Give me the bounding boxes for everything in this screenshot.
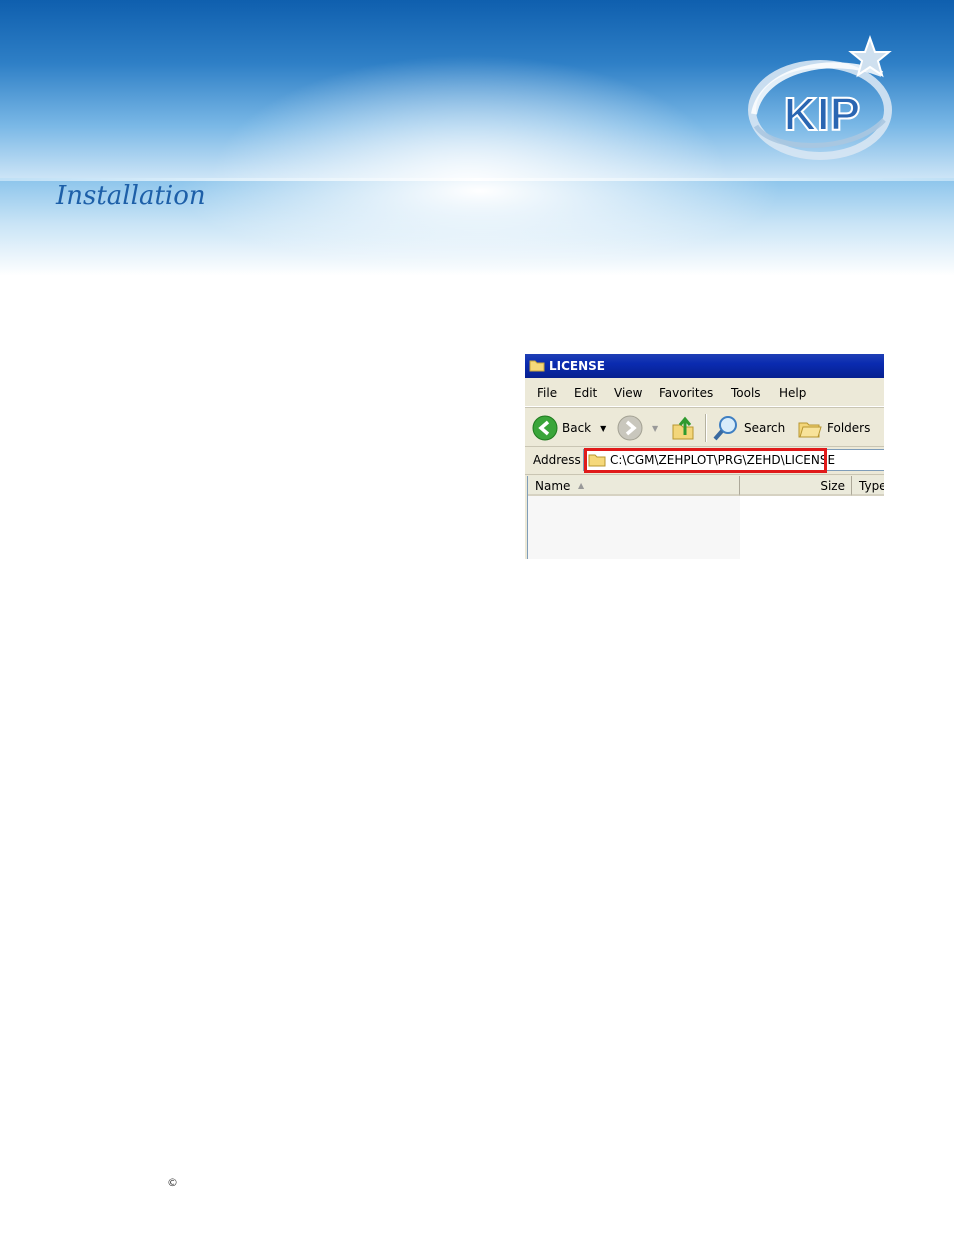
file-list-area[interactable] [528, 496, 740, 559]
back-arrow-icon [532, 415, 558, 441]
menu-tools[interactable]: Tools [731, 386, 761, 400]
explorer-window: LICENSE File Edit View Favorites Tools H… [525, 354, 884, 559]
folders-button[interactable]: Folders [797, 414, 870, 442]
up-folder-icon [672, 416, 694, 440]
toolbar-separator [705, 414, 707, 442]
back-dropdown-icon[interactable]: ▼ [600, 424, 606, 433]
forward-button[interactable]: ▼ [617, 414, 658, 442]
menu-bar: File Edit View Favorites Tools Help [525, 380, 884, 407]
address-highlight-box [584, 448, 827, 473]
toolbar: Back ▼ ▼ Search Folders [525, 407, 884, 447]
menu-favorites[interactable]: Favorites [659, 386, 713, 400]
kip-logo: KIP [748, 35, 892, 160]
menu-view[interactable]: View [614, 386, 642, 400]
column-size-label: Size [820, 479, 845, 493]
window-titlebar: LICENSE [525, 354, 884, 378]
column-type[interactable]: Type [852, 476, 884, 496]
forward-arrow-icon [617, 415, 643, 441]
column-name[interactable]: Name ▲ [528, 476, 740, 496]
sort-ascending-icon: ▲ [578, 481, 585, 490]
search-button[interactable]: Search [712, 414, 785, 442]
up-folder-button[interactable] [671, 414, 695, 442]
column-type-label: Type [859, 479, 884, 493]
copyright-symbol: © [167, 1176, 178, 1189]
column-name-label: Name [535, 479, 571, 493]
menu-edit[interactable]: Edit [574, 386, 597, 400]
window-title: LICENSE [549, 359, 605, 373]
back-button[interactable]: Back ▼ [532, 414, 606, 442]
back-label: Back [562, 421, 592, 435]
folder-icon [529, 360, 545, 372]
folders-label: Folders [827, 421, 871, 435]
folders-icon [798, 422, 822, 438]
column-size[interactable]: Size [740, 476, 852, 496]
forward-dropdown-icon[interactable]: ▼ [652, 424, 658, 433]
search-label: Search [744, 421, 786, 435]
menu-file[interactable]: File [537, 386, 557, 400]
file-list[interactable]: Name ▲ Size Type [527, 476, 884, 559]
address-label: Address [533, 453, 581, 467]
search-icon [713, 416, 737, 441]
menu-help[interactable]: Help [779, 386, 806, 400]
section-title: Installation [56, 181, 206, 211]
logo-text: KIP [784, 88, 861, 140]
